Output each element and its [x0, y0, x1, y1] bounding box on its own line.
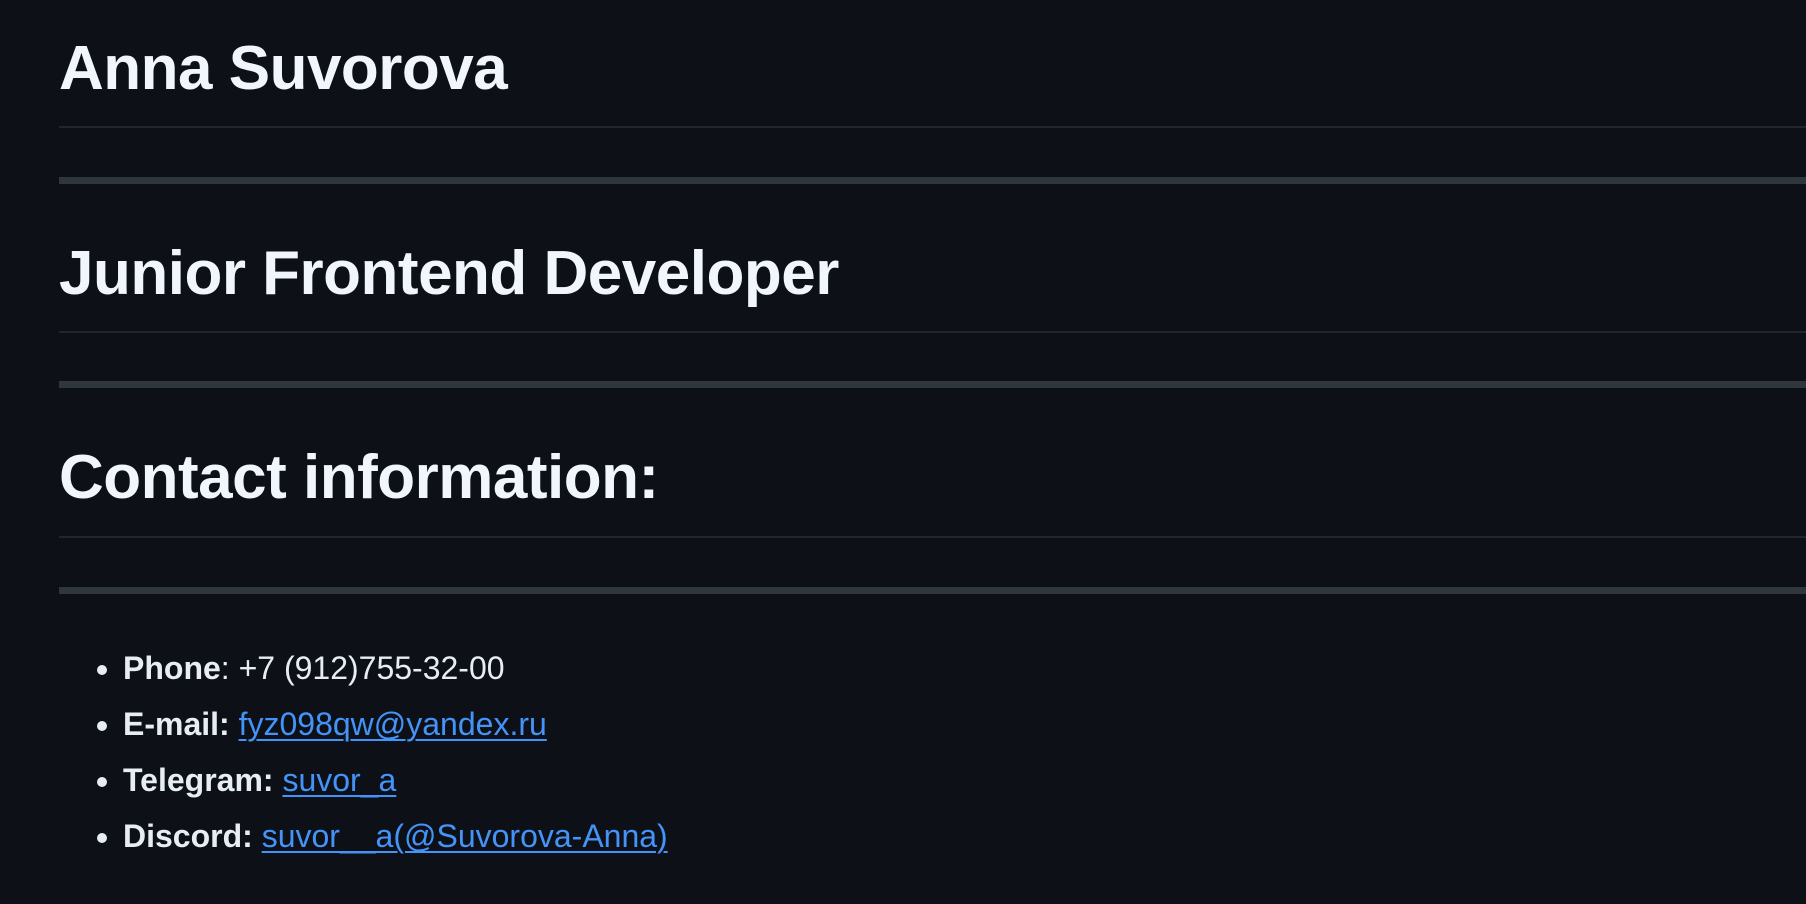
list-item-telegram: Telegram: suvor_a: [123, 752, 668, 808]
horizontal-rule: [59, 177, 1806, 184]
heading-underline: [59, 536, 1806, 538]
email-link[interactable]: fyz098qw@yandex.ru: [239, 706, 547, 742]
name-heading: Anna Suvorova: [59, 34, 508, 103]
list-item-discord: Discord: suvor__a(@Suvorova-Anna): [123, 808, 668, 864]
discord-label: Discord:: [123, 818, 253, 854]
role-heading: Junior Frontend Developer: [59, 239, 839, 308]
email-label: E-mail:: [123, 706, 230, 742]
phone-value: +7 (912)755-32-00: [238, 650, 505, 686]
phone-separator: :: [220, 650, 239, 686]
phone-label: Phone: [123, 650, 221, 686]
heading-underline: [59, 331, 1806, 333]
heading-underline: [59, 126, 1806, 128]
telegram-link[interactable]: suvor_a: [282, 762, 396, 798]
horizontal-rule: [59, 381, 1806, 388]
readme-page: Anna Suvorova Junior Frontend Developer …: [0, 0, 1806, 904]
email-separator: [230, 706, 239, 742]
contact-list: Phone: +7 (912)755-32-00 E-mail: fyz098q…: [59, 640, 668, 864]
list-item-phone: Phone: +7 (912)755-32-00: [123, 640, 668, 696]
list-item-email: E-mail: fyz098qw@yandex.ru: [123, 696, 668, 752]
discord-link[interactable]: suvor__a(@Suvorova-Anna): [262, 818, 668, 854]
discord-separator: [253, 818, 262, 854]
contact-heading: Contact information:: [59, 443, 659, 512]
horizontal-rule: [59, 587, 1806, 594]
telegram-label: Telegram:: [123, 762, 274, 798]
